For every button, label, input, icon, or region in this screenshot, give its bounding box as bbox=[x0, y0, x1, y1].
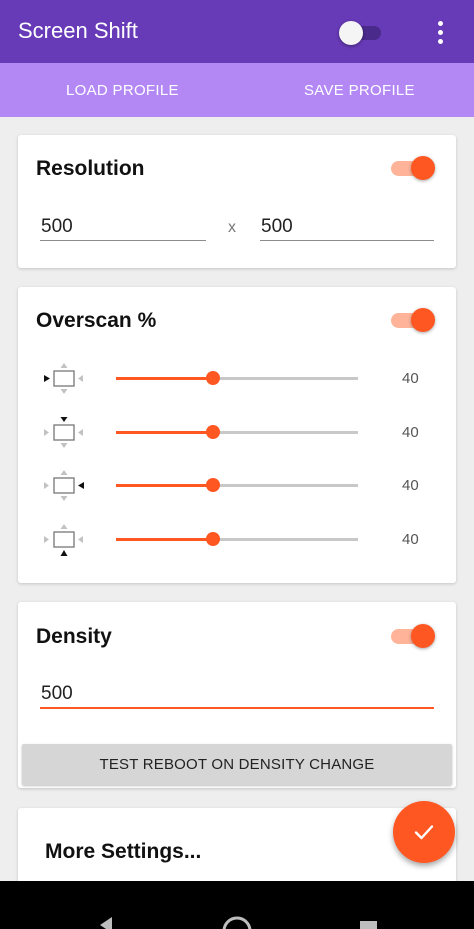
resolution-toggle[interactable] bbox=[391, 155, 437, 181]
overscan-right-icon bbox=[44, 470, 84, 501]
slider-thumb[interactable] bbox=[206, 478, 220, 492]
overscan-top-slider[interactable] bbox=[116, 425, 358, 439]
overscan-toggle[interactable] bbox=[391, 307, 437, 333]
overscan-right-slider[interactable] bbox=[116, 478, 358, 492]
toggle-thumb bbox=[411, 308, 435, 332]
resolution-width-field[interactable]: 500 bbox=[40, 214, 206, 241]
overscan-title: Overscan % bbox=[36, 309, 157, 332]
resolution-card: Resolution 500 x 500 bbox=[18, 135, 456, 268]
profile-bar: LOAD PROFILE SAVE PROFILE bbox=[0, 63, 474, 117]
overscan-left-row: 40 bbox=[18, 359, 456, 399]
more-vert-icon[interactable] bbox=[426, 14, 454, 50]
system-nav-icons bbox=[100, 916, 377, 929]
overscan-right-row: 40 bbox=[18, 466, 456, 506]
overscan-right-value: 40 bbox=[402, 477, 419, 494]
overscan-bottom-slider[interactable] bbox=[116, 532, 358, 546]
app-title: Screen Shift bbox=[18, 18, 138, 43]
overscan-card: Overscan % 40 40 40 40 bbox=[18, 287, 456, 583]
resolution-separator: x bbox=[228, 219, 236, 236]
overscan-bottom-row: 40 bbox=[18, 520, 456, 560]
resolution-height-field[interactable]: 500 bbox=[260, 214, 434, 241]
apply-fab[interactable] bbox=[393, 801, 455, 863]
overscan-bottom-icon bbox=[44, 524, 83, 556]
app-bar: Screen Shift bbox=[0, 0, 474, 63]
master-enable-switch[interactable] bbox=[339, 20, 383, 45]
overscan-left-icon bbox=[44, 363, 83, 394]
load-profile-button[interactable]: LOAD PROFILE bbox=[66, 82, 179, 99]
switch-thumb bbox=[339, 21, 363, 45]
toggle-thumb bbox=[411, 156, 435, 180]
toggle-thumb bbox=[411, 624, 435, 648]
slider-thumb[interactable] bbox=[206, 532, 220, 546]
overscan-top-icon bbox=[44, 417, 83, 448]
overscan-left-value: 40 bbox=[402, 370, 419, 387]
slider-thumb[interactable] bbox=[206, 371, 220, 385]
overscan-bottom-value: 40 bbox=[402, 531, 419, 548]
density-field[interactable]: 500 bbox=[40, 681, 434, 709]
system-nav-bar bbox=[0, 881, 474, 929]
recents-icon[interactable] bbox=[360, 921, 377, 929]
overscan-top-row: 40 bbox=[18, 413, 456, 453]
density-toggle[interactable] bbox=[391, 623, 437, 649]
resolution-title: Resolution bbox=[36, 157, 145, 180]
density-title: Density bbox=[36, 625, 112, 648]
save-profile-button[interactable]: SAVE PROFILE bbox=[304, 82, 415, 99]
check-icon bbox=[414, 825, 434, 840]
overscan-left-slider[interactable] bbox=[116, 371, 358, 385]
back-icon[interactable] bbox=[100, 917, 112, 929]
test-reboot-button[interactable]: TEST REBOOT ON DENSITY CHANGE bbox=[22, 744, 452, 785]
density-card: Density 500 TEST REBOOT ON DENSITY CHANG… bbox=[18, 602, 456, 788]
more-settings-title: More Settings... bbox=[45, 840, 202, 863]
overscan-top-value: 40 bbox=[402, 424, 419, 441]
home-icon[interactable] bbox=[222, 916, 252, 929]
slider-thumb[interactable] bbox=[206, 425, 220, 439]
